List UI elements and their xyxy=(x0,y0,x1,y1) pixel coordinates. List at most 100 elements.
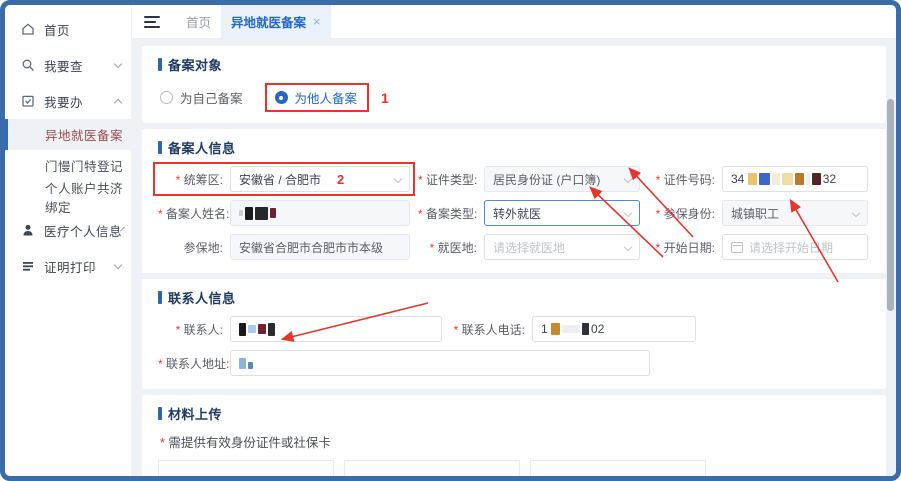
contact-address-input[interactable] xyxy=(230,350,650,376)
insured-place-label: 参保地: xyxy=(158,239,230,256)
redacted-value xyxy=(812,173,821,185)
sidebar-subitem-remote-filing[interactable]: 异地就医备案 xyxy=(5,119,131,150)
tab-close-icon[interactable]: × xyxy=(313,14,321,29)
radio-selected-icon xyxy=(275,91,288,104)
sidebar-item-label: 我要查 xyxy=(44,56,115,75)
treatment-place-placeholder: 请选择就医地 xyxy=(493,239,565,256)
contact-info-card: 联系人信息 联系人: 联系 xyxy=(142,279,886,389)
upload-note-text: 需提供有效身份证件或社保卡 xyxy=(168,436,331,450)
cert-type-value: 居民身份证 (户口簿) xyxy=(493,171,600,188)
chevron-down-icon xyxy=(624,175,632,183)
redacted-value xyxy=(582,323,589,335)
start-date-label: 开始日期: xyxy=(648,239,722,256)
sidebar: 首页 我要查 我要办 异地就医备案 xyxy=(5,5,132,476)
radio-other-filing[interactable]: 为他人备案 xyxy=(275,88,358,107)
upload-social-card-button[interactable]: 点击上传社保卡 xyxy=(530,460,706,476)
tab-home[interactable]: 首页 xyxy=(176,5,221,39)
contact-phone-label: 联系人电话: xyxy=(442,321,532,338)
upload-note: 需提供有效身份证件或社保卡 xyxy=(160,432,870,451)
redacted-value xyxy=(551,323,560,335)
sidebar-collapse-icon[interactable] xyxy=(144,16,160,28)
redacted-value: 02 xyxy=(591,322,604,336)
radio-self-filing[interactable]: 为自己备案 xyxy=(160,88,243,107)
person-icon xyxy=(21,223,35,237)
filer-name-input[interactable] xyxy=(230,200,410,226)
upload-id-front-button[interactable]: 点击上传居民身份证正面 xyxy=(158,460,334,476)
sidebar-item-label: 我要办 xyxy=(44,92,115,111)
region-select[interactable]: 安徽省 / 合肥市 2 xyxy=(230,166,410,192)
app-window: 首页 我要查 我要办 异地就医备案 xyxy=(0,0,901,481)
chevron-down-icon xyxy=(852,209,860,217)
section-title: 备案人信息 xyxy=(158,138,870,157)
sidebar-item-label: 首页 xyxy=(44,20,121,39)
sidebar-item-label: 证明打印 xyxy=(44,257,115,276)
upload-row: 点击上传居民身份证正面 点击上传居民身份证反面 xyxy=(158,460,870,476)
page-content: 备案对象 为自己备案 为他人备案 1 xyxy=(132,39,896,476)
sidebar-item-label: 医疗个人信息 xyxy=(44,221,122,240)
chevron-down-icon xyxy=(114,260,122,268)
filing-type-select[interactable]: 转外就医 xyxy=(484,200,640,226)
radio-unselected-icon xyxy=(160,91,173,104)
redacted-value xyxy=(258,324,266,334)
cert-type-select[interactable]: 居民身份证 (户口簿) xyxy=(484,166,640,192)
filing-type-label: 备案类型: xyxy=(418,205,484,222)
filing-target-card: 备案对象 为自己备案 为他人备案 1 xyxy=(142,46,886,123)
sidebar-submenu: 异地就医备案 门慢门特登记 个人账户共济绑定 xyxy=(5,119,131,212)
section-title: 联系人信息 xyxy=(158,288,870,307)
redacted-value xyxy=(759,173,770,185)
redacted-value xyxy=(795,173,804,185)
sidebar-item-todo[interactable]: 我要办 xyxy=(5,83,131,119)
cert-no-input[interactable]: 34 32 xyxy=(722,166,868,192)
home-icon xyxy=(21,22,35,36)
chevron-down-icon xyxy=(114,59,122,67)
chevron-down-icon xyxy=(624,243,632,251)
region-value: 安徽省 / 合肥市 xyxy=(239,171,321,188)
sidebar-item-cert-print[interactable]: 证明打印 xyxy=(5,248,131,284)
region-label: 统筹区: xyxy=(158,171,230,188)
treatment-place-label: 就医地: xyxy=(418,239,484,256)
redacted-value xyxy=(245,207,253,220)
tab-label: 异地就医备案 xyxy=(231,12,306,31)
contact-person-input[interactable] xyxy=(230,316,442,342)
redacted-value: 32 xyxy=(823,172,836,186)
upload-id-back-button[interactable]: 点击上传居民身份证反面 xyxy=(344,460,520,476)
contact-address-label: 联系人地址: xyxy=(158,355,230,372)
sidebar-subitem-account-binding[interactable]: 个人账户共济绑定 xyxy=(5,181,131,212)
step-2-badge: 2 xyxy=(337,172,344,187)
step-1-badge: 1 xyxy=(381,90,389,106)
start-date-input[interactable]: 请选择开始日期 xyxy=(722,234,868,260)
insured-identity-select[interactable]: 城镇职工 xyxy=(722,200,868,226)
redacted-value xyxy=(239,358,246,369)
filing-target-radios: 为自己备案 为他人备案 1 xyxy=(158,83,870,112)
tasks-icon xyxy=(21,94,35,108)
vertical-scrollbar[interactable] xyxy=(887,99,894,311)
redacted-value xyxy=(562,325,580,333)
annotation-box-1: 为他人备案 xyxy=(265,83,370,112)
sidebar-item-home[interactable]: 首页 xyxy=(5,11,131,47)
section-title: 备案对象 xyxy=(158,55,870,74)
filer-info-card: 备案人信息 统筹区: 安徽省 / 合肥市 2 xyxy=(142,129,886,273)
submenu-item-label: 异地就医备案 xyxy=(45,125,123,144)
search-icon xyxy=(21,58,35,72)
redacted-value xyxy=(268,323,275,336)
sidebar-subitem-clinic-register[interactable]: 门慢门特登记 xyxy=(5,150,131,181)
sidebar-item-query[interactable]: 我要查 xyxy=(5,47,131,83)
sidebar-item-medical-info[interactable]: 医疗个人信息 xyxy=(5,212,131,248)
treatment-place-select[interactable]: 请选择就医地 xyxy=(484,234,640,260)
insured-identity-label: 参保身份: xyxy=(648,205,722,222)
section-bar-icon xyxy=(158,58,162,71)
chevron-down-icon xyxy=(394,175,402,183)
section-title-text: 备案对象 xyxy=(168,55,222,74)
insured-place-value: 安徽省合肥市合肥市市本级 xyxy=(239,239,383,256)
annotation-box-2: 统筹区: 安徽省 / 合肥市 2 xyxy=(153,162,415,196)
section-title-text: 材料上传 xyxy=(168,404,222,423)
chevron-up-icon xyxy=(114,98,122,106)
submenu-item-label: 门慢门特登记 xyxy=(45,156,123,175)
insured-place-input[interactable]: 安徽省合肥市合肥市市本级 xyxy=(230,234,410,260)
submenu-item-label: 个人账户共济绑定 xyxy=(45,178,131,216)
cert-no-label: 证件号码: xyxy=(648,171,722,188)
contact-phone-input[interactable]: 1 02 xyxy=(532,316,696,342)
redacted-value xyxy=(748,173,757,185)
redacted-value xyxy=(270,208,276,218)
tab-remote-filing[interactable]: 异地就医备案 × xyxy=(221,5,331,39)
